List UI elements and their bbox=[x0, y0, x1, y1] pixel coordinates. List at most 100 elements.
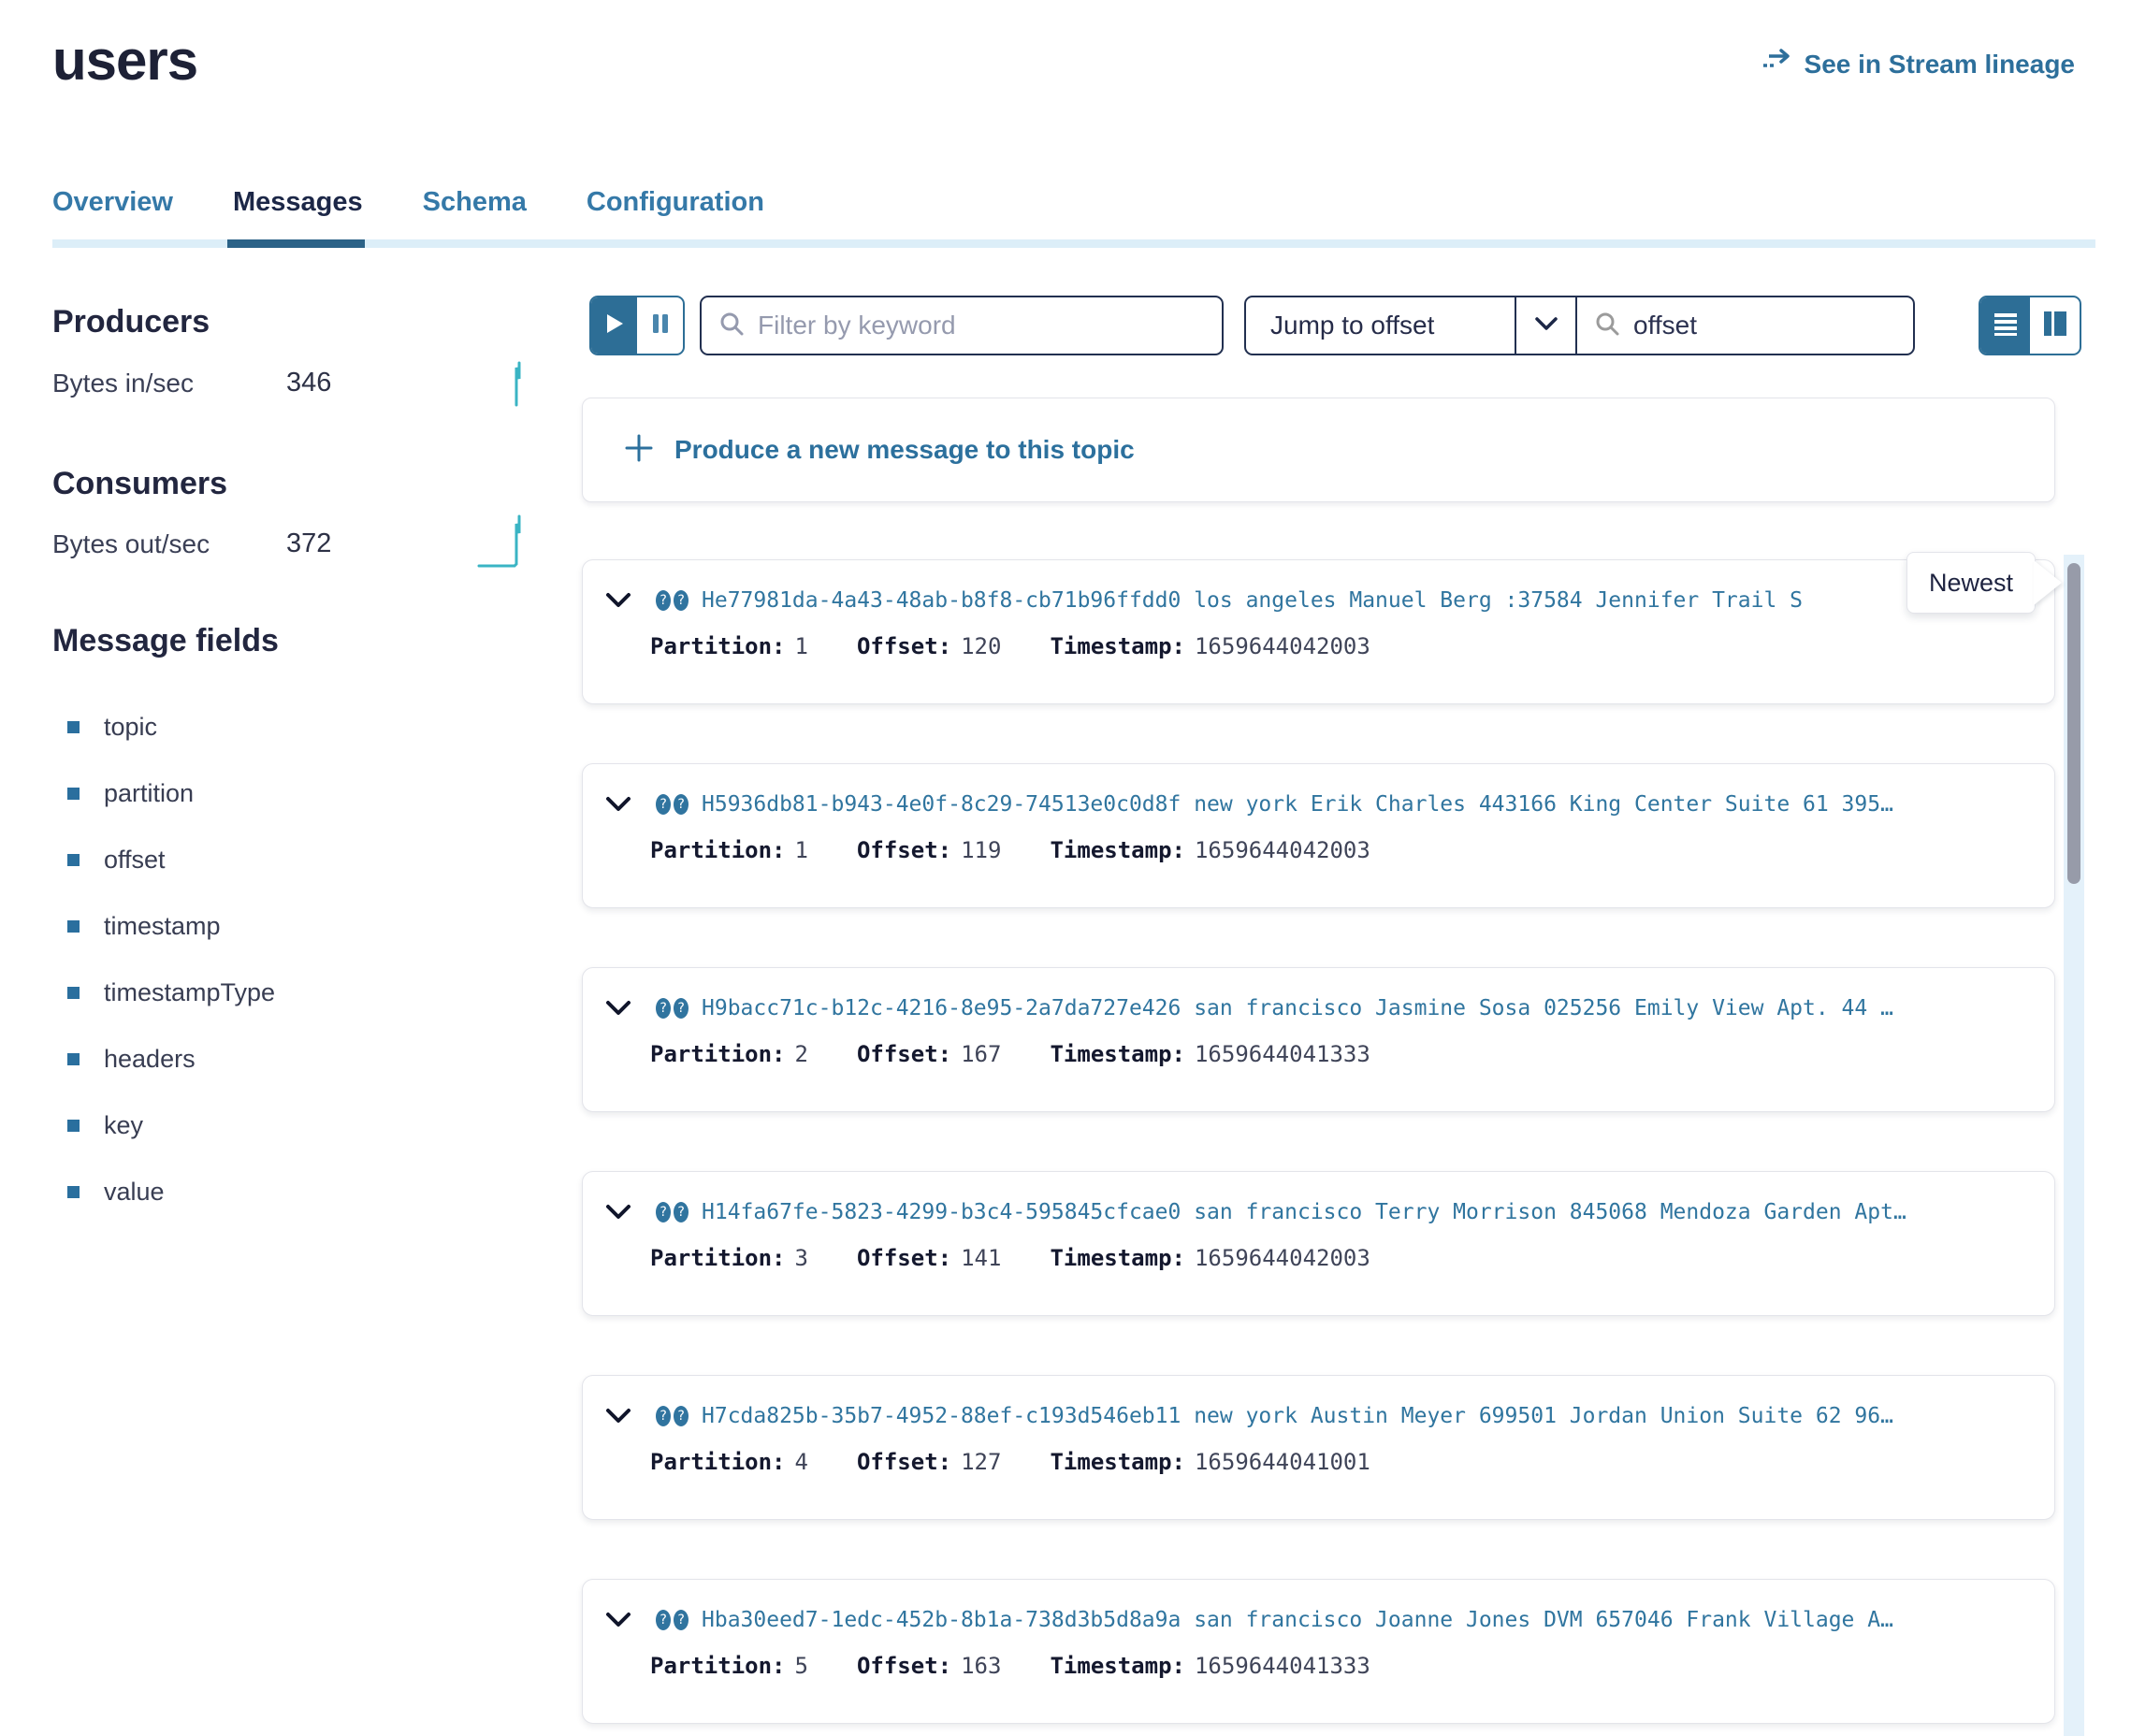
message-row[interactable]: ?? He77981da-4a43-48ab-b8f8-cb71b96ffdd0… bbox=[582, 559, 2055, 704]
produce-message-label: Produce a new message to this topic bbox=[674, 435, 1135, 465]
offset-value: 120 bbox=[961, 633, 1001, 659]
message-header-line: ?? Hba30eed7-1edc-452b-8b1a-738d3b5d8a9a… bbox=[605, 1608, 2036, 1632]
chevron-down-icon[interactable] bbox=[605, 1612, 631, 1628]
message-header-line: ?? H5936db81-b943-4e0f-8c29-74513e0c0d8f… bbox=[605, 792, 2036, 817]
offset-value: 119 bbox=[961, 837, 1001, 863]
message-field-label: timestamp bbox=[104, 912, 221, 941]
bytes-out-sparkline bbox=[477, 513, 535, 573]
timestamp-label: Timestamp: bbox=[1050, 633, 1185, 659]
bytes-in-label: Bytes in/sec bbox=[52, 369, 286, 398]
message-meta-line: Partition:1 Offset:119 Timestamp:1659644… bbox=[650, 837, 2036, 863]
tab-bar: Overview Messages Schema Configuration bbox=[52, 187, 764, 242]
message-fields-list: topic partition offset timestamp timestampTy… bbox=[67, 694, 275, 1225]
producers-heading: Producers bbox=[52, 304, 210, 340]
tab-messages[interactable]: Messages bbox=[233, 187, 363, 242]
jump-to-offset-select[interactable]: Jump to offset bbox=[1246, 297, 1515, 354]
message-row[interactable]: ?? H5936db81-b943-4e0f-8c29-74513e0c0d8f… bbox=[582, 763, 2055, 908]
unknown-glyph-icon: ?? bbox=[656, 1406, 689, 1426]
partition-label: Partition: bbox=[650, 633, 786, 659]
message-field-item[interactable]: value bbox=[67, 1159, 275, 1225]
message-row[interactable]: ?? Hba30eed7-1edc-452b-8b1a-738d3b5d8a9a… bbox=[582, 1579, 2055, 1724]
offset-search-input[interactable]: offset bbox=[1575, 297, 1913, 354]
search-icon bbox=[1594, 311, 1620, 341]
bullet-square-icon bbox=[67, 1053, 80, 1065]
bytes-out-label: Bytes out/sec bbox=[52, 529, 286, 559]
message-header-line: ?? H7cda825b-35b7-4952-88ef-c193d546eb11… bbox=[605, 1404, 2036, 1428]
message-field-item[interactable]: partition bbox=[67, 760, 275, 827]
offset-search-value: offset bbox=[1633, 311, 1697, 340]
tab-configuration[interactable]: Configuration bbox=[587, 187, 764, 242]
view-mode-toggle bbox=[1979, 296, 2081, 355]
unknown-glyph-icon: ?? bbox=[656, 998, 689, 1019]
message-meta-line: Partition:4 Offset:127 Timestamp:1659644… bbox=[650, 1449, 2036, 1475]
offset-label: Offset: bbox=[857, 1449, 951, 1475]
message-preview-text: Hba30eed7-1edc-452b-8b1a-738d3b5d8a9a sa… bbox=[702, 1608, 1893, 1632]
partition-label: Partition: bbox=[650, 1041, 786, 1067]
select-chevron-button[interactable] bbox=[1515, 297, 1575, 354]
chevron-down-icon[interactable] bbox=[605, 1204, 631, 1221]
topic-messages-page: users See in Stream lineage Overview Mes… bbox=[0, 0, 2131, 1736]
message-field-label: value bbox=[104, 1178, 165, 1207]
message-header-line: ?? He77981da-4a43-48ab-b8f8-cb71b96ffdd0… bbox=[605, 588, 2036, 613]
message-field-label: partition bbox=[104, 779, 194, 808]
search-icon bbox=[718, 311, 745, 341]
message-field-label: key bbox=[104, 1111, 143, 1140]
bytes-in-metric: Bytes in/sec 346 bbox=[52, 368, 331, 398]
timestamp-label: Timestamp: bbox=[1050, 837, 1185, 863]
message-field-item[interactable]: timestamp bbox=[67, 893, 275, 960]
chevron-down-icon[interactable] bbox=[605, 592, 631, 609]
bullet-square-icon bbox=[67, 987, 80, 999]
plus-icon bbox=[624, 433, 654, 468]
message-field-label: timestampType bbox=[104, 978, 275, 1007]
message-row[interactable]: ?? H14fa67fe-5823-4299-b3c4-595845cfcae0… bbox=[582, 1171, 2055, 1316]
column-view-icon bbox=[2042, 311, 2068, 341]
chevron-down-icon[interactable] bbox=[605, 1000, 631, 1017]
play-button[interactable] bbox=[591, 297, 637, 354]
bullet-square-icon bbox=[67, 854, 80, 866]
message-header-line: ?? H9bacc71c-b12c-4216-8e95-2a7da727e426… bbox=[605, 996, 2036, 1020]
message-meta-line: Partition:5 Offset:163 Timestamp:1659644… bbox=[650, 1653, 2036, 1679]
timestamp-value: 1659644041333 bbox=[1195, 1041, 1370, 1067]
timestamp-value: 1659644042003 bbox=[1195, 1245, 1370, 1271]
timestamp-label: Timestamp: bbox=[1050, 1245, 1185, 1271]
message-meta-line: Partition:1 Offset:120 Timestamp:1659644… bbox=[650, 633, 2036, 659]
produce-message-button[interactable]: Produce a new message to this topic bbox=[582, 398, 2055, 502]
message-preview-text: H7cda825b-35b7-4952-88ef-c193d546eb11 ne… bbox=[702, 1404, 1893, 1428]
message-field-item[interactable]: headers bbox=[67, 1026, 275, 1092]
tab-schema[interactable]: Schema bbox=[423, 187, 527, 242]
timestamp-value: 1659644042003 bbox=[1195, 633, 1370, 659]
offset-value: 141 bbox=[961, 1245, 1001, 1271]
offset-label: Offset: bbox=[857, 837, 951, 863]
scrollbar-thumb[interactable] bbox=[2067, 563, 2080, 884]
unknown-glyph-icon: ?? bbox=[656, 1202, 689, 1222]
newest-tooltip: Newest bbox=[1906, 552, 2036, 614]
message-preview-text: H9bacc71c-b12c-4216-8e95-2a7da727e426 sa… bbox=[702, 996, 1893, 1020]
message-field-item[interactable]: key bbox=[67, 1092, 275, 1159]
partition-label: Partition: bbox=[650, 1245, 786, 1271]
list-view-button[interactable] bbox=[1980, 297, 2030, 354]
timestamp-value: 1659644041001 bbox=[1195, 1449, 1370, 1475]
stream-lineage-link[interactable]: See in Stream lineage bbox=[1761, 49, 2075, 80]
bytes-out-value: 372 bbox=[286, 528, 331, 559]
offset-label: Offset: bbox=[857, 1245, 951, 1271]
bytes-in-sparkline bbox=[507, 360, 531, 412]
message-field-label: offset bbox=[104, 846, 166, 875]
message-field-item[interactable]: timestampType bbox=[67, 960, 275, 1026]
play-icon bbox=[604, 312, 625, 340]
message-field-item[interactable]: topic bbox=[67, 694, 275, 760]
bullet-square-icon bbox=[67, 920, 80, 933]
pause-button[interactable] bbox=[637, 297, 683, 354]
message-field-item[interactable]: offset bbox=[67, 827, 275, 893]
timestamp-value: 1659644042003 bbox=[1195, 837, 1370, 863]
tab-overview[interactable]: Overview bbox=[52, 187, 173, 242]
filter-keyword-input[interactable]: Filter by keyword bbox=[700, 296, 1224, 355]
partition-value: 1 bbox=[795, 837, 808, 863]
chevron-down-icon[interactable] bbox=[605, 1408, 631, 1425]
chevron-down-icon[interactable] bbox=[605, 796, 631, 813]
message-row[interactable]: ?? H7cda825b-35b7-4952-88ef-c193d546eb11… bbox=[582, 1375, 2055, 1520]
message-row[interactable]: ?? H9bacc71c-b12c-4216-8e95-2a7da727e426… bbox=[582, 967, 2055, 1112]
dashed-arrow-icon bbox=[1761, 49, 1793, 80]
column-view-button[interactable] bbox=[2030, 297, 2080, 354]
offset-value: 167 bbox=[961, 1041, 1001, 1067]
partition-label: Partition: bbox=[650, 1449, 786, 1475]
